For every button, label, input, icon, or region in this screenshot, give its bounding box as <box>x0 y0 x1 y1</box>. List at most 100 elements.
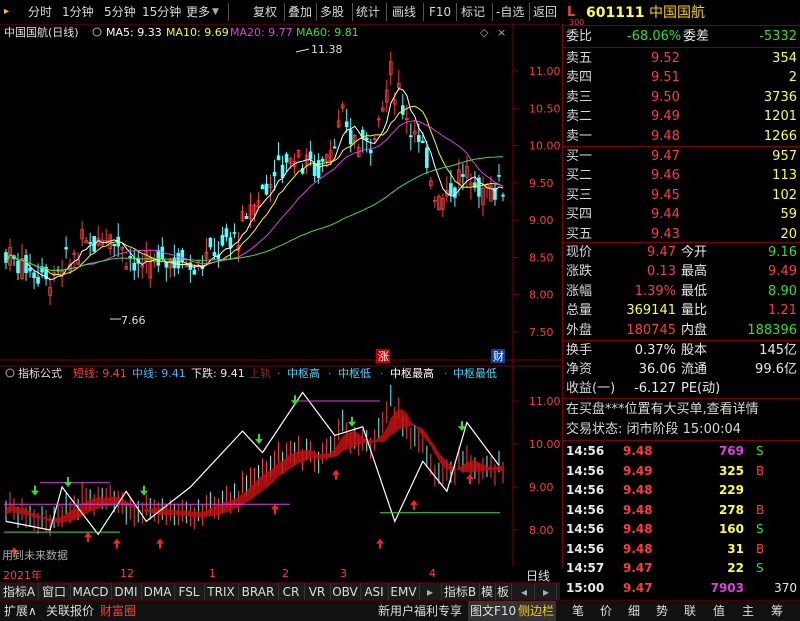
tab-more-icon[interactable]: ▸ <box>419 583 442 601</box>
tick-volume: 769 <box>718 444 744 458</box>
tab-mo[interactable]: 模 <box>479 583 496 601</box>
candle-body <box>280 164 285 178</box>
draw-line-button[interactable]: 画线 <box>392 0 416 24</box>
ma10-label: MA10: 9.69 <box>166 26 229 39</box>
date-label-12: 12 <box>120 567 134 580</box>
candle-body <box>88 242 92 244</box>
ask-volume: 2 <box>788 70 797 86</box>
buy-arrow-icon <box>332 469 340 480</box>
tab-xi[interactable]: 细 <box>628 601 640 621</box>
ask-label: 卖三 <box>566 89 593 105</box>
stat-label: 外盘 <box>566 322 593 338</box>
back-button[interactable]: 返回 <box>533 0 557 24</box>
tick-price: 9.47 <box>623 580 653 595</box>
kline-svg[interactable]: 11.00 10.50 10.00 9.50 9.00 8.50 8.00 7.50 11.0… <box>0 24 562 567</box>
tab-trix[interactable]: TRIX <box>204 583 239 601</box>
candle-body <box>332 146 337 149</box>
tab-bi[interactable]: 笔 <box>572 601 584 621</box>
related-quote-button[interactable]: 关联报价 <box>46 601 94 621</box>
period-5min[interactable]: 5分钟 <box>104 0 136 24</box>
stat-label: 内盘 <box>681 322 708 338</box>
fund-value: -6.127 <box>634 381 676 396</box>
tab-indicator-a[interactable]: 指标A <box>0 583 39 601</box>
stat-value: 180745 <box>626 322 676 338</box>
zs-max-label: 中枢最高 <box>390 366 434 380</box>
tick-row: 14:56 9.49 325 B <box>563 461 800 481</box>
stat-label: 涨幅 <box>566 283 593 299</box>
chevron-down-icon[interactable]: ▼ <box>212 0 219 24</box>
period-more[interactable]: 更多 <box>186 0 210 24</box>
period-1min[interactable]: 1分钟 <box>62 0 94 24</box>
tab-dma[interactable]: DMA <box>141 583 175 601</box>
graphic-f10-button[interactable]: 图文F10 <box>468 601 519 621</box>
stat-value: 1.21 <box>768 303 797 319</box>
period-15min[interactable]: 15分钟 <box>142 0 181 24</box>
statistics-button[interactable]: 统计 <box>356 0 380 24</box>
stat-row: 涨跌 0.13 最高 9.49 <box>563 262 800 282</box>
tab-cr[interactable]: CR <box>278 583 305 601</box>
remove-watchlist-button[interactable]: -自选 <box>496 0 524 24</box>
stat-label: 量比 <box>681 303 708 319</box>
tab-brar[interactable]: BRAR <box>238 583 279 601</box>
tab-vr[interactable]: VR <box>304 583 331 601</box>
period-fenshi[interactable]: 分时 <box>28 0 52 24</box>
tab-fsl[interactable]: FSL <box>174 583 205 601</box>
indicator-settings-icon[interactable] <box>5 368 15 378</box>
tab-indicator-b[interactable]: 指标B <box>441 583 480 601</box>
sub-tick-label: 10.00 <box>529 438 561 451</box>
ask-price: 9.50 <box>651 89 680 105</box>
fund-label: 净资 <box>566 362 593 377</box>
scroll-right-icon[interactable]: ▸ <box>536 583 557 601</box>
f10-button[interactable]: F10 <box>429 0 451 24</box>
fuquan-button[interactable]: 复权 <box>253 0 277 24</box>
big-order-notice[interactable]: 在买盘***位置有大买单,查看详情 <box>566 400 759 420</box>
tab-zhi[interactable]: 值 <box>713 601 725 621</box>
sell-arrow-icon <box>291 395 299 406</box>
tab-macd[interactable]: MACD <box>70 583 112 601</box>
tick-time: 15:00 <box>566 580 605 595</box>
multi-stock-button[interactable]: 多股 <box>320 0 344 24</box>
price-tick-label: 9.50 <box>529 177 554 190</box>
chart-toolbar: ▸ 分时 1分钟 5分钟 15分钟 更多 ▼ 复权 叠加 多股 统计 画线 F1… <box>0 0 560 25</box>
tab-chou[interactable]: 筹 <box>771 601 783 621</box>
wealth-circle-button[interactable]: 财富圈 <box>100 601 136 621</box>
date-axis: 2021年 12 1 2 3 4 日线 <box>0 567 562 583</box>
candle-body <box>260 184 265 190</box>
bid-volume: 102 <box>772 187 797 203</box>
sidebar-button[interactable]: 侧边栏 <box>516 601 557 621</box>
kline-chart-area[interactable]: 11.00 10.50 10.00 9.50 9.00 8.50 8.00 7.50 11.0… <box>0 24 563 567</box>
fund-label: 换手 <box>566 343 593 358</box>
tick-extra: 370 <box>774 580 797 595</box>
tab-emv[interactable]: EMV <box>388 583 420 601</box>
close-icon[interactable]: × <box>497 26 506 39</box>
tab-ban[interactable]: 板 <box>495 583 512 601</box>
sell-arrow-icon <box>255 434 263 444</box>
candle-body <box>208 237 213 248</box>
overlay-button[interactable]: 叠加 <box>288 0 312 24</box>
tab-zhu[interactable]: 主 <box>742 601 754 621</box>
ma60-label: MA60: 9.81 <box>296 26 359 39</box>
diamond-icon[interactable]: ◇ <box>480 26 489 39</box>
tab-obv[interactable]: OBV <box>330 583 361 601</box>
bid-label: 买二 <box>566 168 593 184</box>
tick-icon[interactable]: ▸ <box>4 0 9 24</box>
candle-body <box>64 247 68 250</box>
stat-row: 总量 369141 量比 1.21 <box>563 301 800 321</box>
tab-jia[interactable]: 价 <box>600 601 612 621</box>
status-bar: 扩展∧ 关联报价 财富圈 新用户福利专享 图文F10 侧边栏 笔 价 细 势 联… <box>0 600 800 621</box>
tab-asi[interactable]: ASI <box>360 583 389 601</box>
expand-button[interactable]: 扩展∧ <box>4 601 37 621</box>
settings-icon[interactable] <box>92 27 102 37</box>
candle-body <box>32 272 36 279</box>
chart-title: 中国国航(日线) <box>4 25 79 39</box>
zs-high-label: 中枢高 <box>287 366 320 380</box>
tab-lian[interactable]: 联 <box>684 601 696 621</box>
tab-shi[interactable]: 势 <box>656 601 668 621</box>
tab-window[interactable]: 窗口 <box>38 583 71 601</box>
ask-label: 卖一 <box>566 128 593 144</box>
mark-button[interactable]: 标记 <box>461 0 485 24</box>
promo-text[interactable]: 新用户福利专享 <box>378 601 462 621</box>
webi-label: 委比 <box>566 29 593 44</box>
scroll-left-icon[interactable]: ◂ <box>514 583 535 601</box>
tab-dmi[interactable]: DMI <box>111 583 142 601</box>
